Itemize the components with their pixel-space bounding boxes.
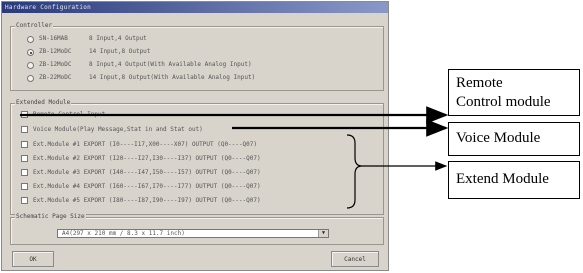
voice-module-label-box: Voice Module [448,122,580,156]
remote-control-label-box: Remote Control module [448,69,580,116]
extend-brace [346,134,363,209]
extend-module-label-box: Extend Module [448,161,580,199]
